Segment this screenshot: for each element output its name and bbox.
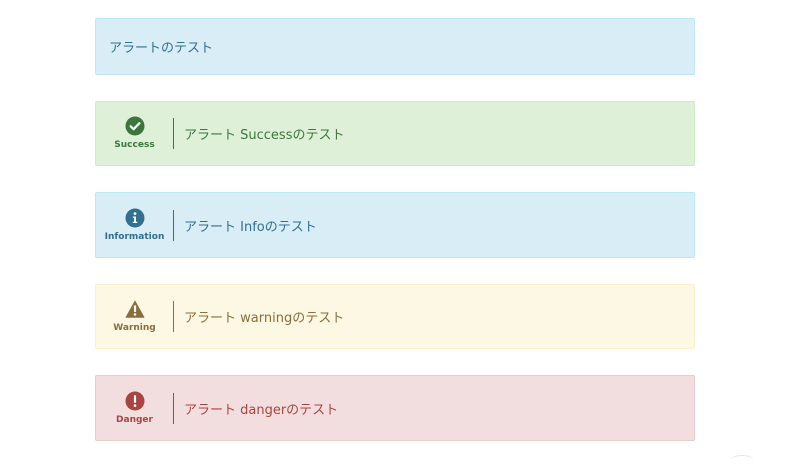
- alert-success-divider: [173, 118, 174, 149]
- alert-warning-label: Warning: [113, 323, 156, 333]
- alert-danger-icon-col: Danger: [96, 376, 173, 440]
- info-circle-icon: [125, 208, 145, 228]
- alert-danger-divider: [173, 392, 174, 424]
- alert-info-divider: [173, 209, 174, 241]
- scroll-edge-decoration: [730, 455, 754, 466]
- alert-danger-label: Danger: [116, 414, 153, 425]
- alert-success-label: Success: [114, 140, 155, 150]
- alert-plain-text: アラートのテスト: [109, 41, 214, 56]
- check-circle-icon: [125, 116, 145, 136]
- alert-info-icon-col: Information: [96, 193, 173, 257]
- alert-info-label: Information: [104, 231, 165, 242]
- alert-warning-icon-col: Warning: [96, 285, 173, 348]
- alert-warning: Warning アラート warningのテスト: [95, 284, 695, 349]
- alert-success: Success アラート Successのテスト: [95, 101, 695, 166]
- warning-triangle-icon: [125, 299, 145, 319]
- alert-success-text: アラート Successのテスト: [184, 128, 345, 143]
- alert-info: Information アラート Infoのテスト: [95, 192, 695, 258]
- alert-success-icon-col: Success: [96, 102, 173, 165]
- alert-info-text: アラート Infoのテスト: [184, 219, 317, 235]
- alert-plain: アラートのテスト: [95, 18, 695, 75]
- alert-danger-text: アラート dangerのテスト: [184, 402, 339, 418]
- alert-warning-divider: [173, 301, 174, 332]
- alert-danger: Danger アラート dangerのテスト: [95, 375, 695, 441]
- exclamation-circle-icon: [125, 391, 145, 411]
- alert-warning-text: アラート warningのテスト: [184, 311, 345, 326]
